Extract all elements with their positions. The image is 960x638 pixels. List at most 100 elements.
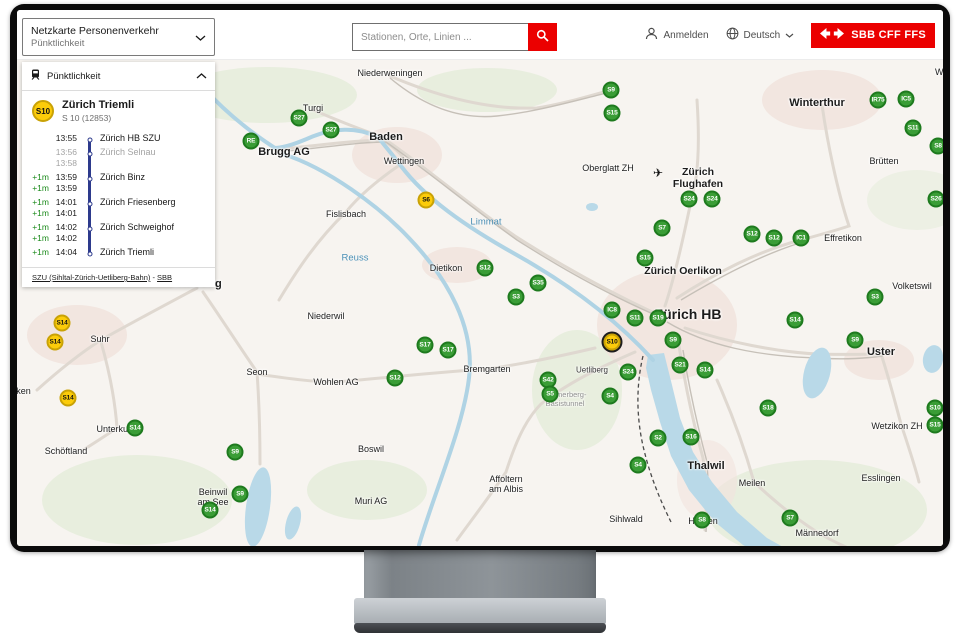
train-badge[interactable]: S11 [627, 310, 644, 327]
stop-row[interactable]: +1m+1m13:5913:59Zürich Binz [30, 170, 209, 195]
train-badge[interactable]: RE [243, 133, 260, 150]
train-badge[interactable]: IC5 [898, 91, 915, 108]
login-button[interactable]: Anmelden [645, 27, 708, 43]
train-badge[interactable]: S10 [927, 400, 944, 417]
train-badge[interactable]: S21 [672, 357, 689, 374]
stop-row[interactable]: +1m14:04Zürich Triemli [30, 245, 209, 259]
train-badge[interactable]: S24 [620, 364, 637, 381]
train-name: Zürich Triemli [62, 99, 134, 111]
train-badge[interactable]: S11 [905, 120, 922, 137]
train-badge[interactable]: S16 [683, 429, 700, 446]
train-badge[interactable]: S14 [60, 390, 77, 407]
search-button[interactable] [528, 23, 557, 51]
train-badge[interactable]: S17 [417, 337, 434, 354]
train-icon [30, 67, 41, 85]
train-badge[interactable]: S17 [440, 342, 457, 359]
monitor-stand-neck [364, 550, 596, 598]
train-badge[interactable]: IC1 [793, 230, 810, 247]
layer-dropdown-subtitle: Pünktlichkeit [31, 38, 159, 50]
train-badge[interactable]: S7 [654, 220, 671, 237]
train-badge[interactable]: S14 [47, 334, 64, 351]
stop-dot [87, 176, 92, 181]
stop-dot [87, 201, 92, 206]
train-badge[interactable]: S9 [847, 332, 864, 349]
stop-row[interactable]: 13:5613:58Zürich Selnau [30, 145, 209, 170]
line-badge: S10 [32, 100, 54, 122]
search-icon [536, 29, 549, 45]
train-badge[interactable]: S12 [477, 260, 494, 277]
login-label: Anmelden [663, 30, 708, 41]
map-layer-dropdown[interactable]: Netzkarte Personenverkehr Pünktlichkeit [22, 18, 215, 56]
language-selector[interactable]: Deutsch [726, 27, 795, 43]
train-badge[interactable]: S27 [323, 122, 340, 139]
search-input[interactable] [352, 23, 528, 51]
language-label: Deutsch [744, 30, 781, 41]
panel-header: Pünktlichkeit [22, 62, 215, 91]
train-badge[interactable]: S14 [127, 420, 144, 437]
train-badge[interactable]: IR75 [870, 92, 887, 109]
train-badge[interactable]: S15 [927, 417, 944, 434]
train-badge[interactable]: S8 [930, 138, 944, 155]
sbb-logo: SBB CFF FFS [811, 23, 935, 48]
stop-row[interactable]: 13:55Zürich HB SZU [30, 131, 209, 145]
train-badge[interactable]: S4 [602, 388, 619, 405]
train-badge[interactable]: S3 [508, 289, 525, 306]
train-badge[interactable]: S9 [232, 486, 249, 503]
train-badge[interactable]: S18 [760, 400, 777, 417]
monitor-stand-base [354, 598, 606, 624]
train-badge[interactable]: S27 [291, 110, 308, 127]
panel-footer: SZU (Sihltal-Zürich-Uetliberg-Bahn) - SB… [22, 267, 215, 287]
train-badge[interactable]: S4 [630, 457, 647, 474]
top-right-nav: Anmelden Deutsch [645, 10, 935, 60]
train-badge[interactable]: S15 [637, 250, 654, 267]
train-badge[interactable]: S3 [867, 289, 884, 306]
train-badge[interactable]: S7 [782, 510, 799, 527]
train-badge[interactable]: S9 [665, 332, 682, 349]
panel-title: Pünktlichkeit [47, 71, 190, 82]
train-badge[interactable]: S9 [603, 82, 620, 99]
train-badge[interactable]: S14 [697, 362, 714, 379]
layer-dropdown-title: Netzkarte Personenverkehr [31, 25, 159, 38]
screen: ✈ NiederweningenWiesendangenTurgiWintert… [17, 10, 943, 546]
stop-dot [87, 137, 92, 142]
search-bar [352, 23, 557, 51]
train-badge[interactable]: S12 [387, 370, 404, 387]
train-badge[interactable]: S12 [766, 230, 783, 247]
train-number: S 10 (12853) [62, 113, 134, 123]
train-badge[interactable]: S8 [694, 512, 711, 529]
operator-link[interactable]: SZU (Sihltal-Zürich-Uetliberg-Bahn) [32, 273, 150, 282]
chevron-down-icon [785, 30, 794, 41]
train-badge[interactable]: S35 [530, 275, 547, 292]
train-badge[interactable]: S15 [604, 105, 621, 122]
collapse-panel-button[interactable] [196, 73, 207, 79]
airport-icon: ✈ [653, 166, 663, 180]
monitor-stand-foot [354, 623, 606, 633]
sbb-link[interactable]: SBB [157, 273, 172, 282]
train-badge[interactable]: S5 [542, 386, 559, 403]
stop-dot [87, 226, 92, 231]
stop-row[interactable]: +1m+1m14:0114:01Zürich Friesenberg [30, 195, 209, 220]
globe-icon [726, 27, 739, 43]
stop-row[interactable]: +1m+1m14:0214:02Zürich Schweighof [30, 220, 209, 245]
top-bar: Netzkarte Personenverkehr Pünktlichkeit [17, 10, 943, 60]
train-badge[interactable]: S14 [202, 502, 219, 519]
train-badge[interactable]: S26 [928, 191, 944, 208]
train-badge[interactable]: S9 [227, 444, 244, 461]
train-badge[interactable]: S10 [604, 334, 621, 351]
stop-dot [87, 251, 92, 256]
train-badge[interactable]: IC8 [604, 302, 621, 319]
chevron-down-icon [195, 28, 206, 46]
train-badge[interactable]: S24 [704, 191, 721, 208]
stop-dot [87, 151, 92, 156]
train-badge[interactable]: S2 [650, 430, 667, 447]
train-badge[interactable]: S14 [787, 312, 804, 329]
selected-train-info: S10 Zürich Triemli S 10 (12853) [22, 91, 215, 129]
train-badge[interactable]: S24 [681, 191, 698, 208]
train-badge[interactable]: S14 [54, 315, 71, 332]
train-badge[interactable]: S6 [418, 192, 435, 209]
sbb-arrow-icon [820, 27, 844, 43]
train-badge[interactable]: S12 [744, 226, 761, 243]
sbb-logo-text: SBB CFF FFS [851, 29, 926, 41]
train-badge[interactable]: S19 [650, 310, 667, 327]
stop-list: 13:55Zürich HB SZU13:5613:58Zürich Selna… [22, 129, 215, 267]
